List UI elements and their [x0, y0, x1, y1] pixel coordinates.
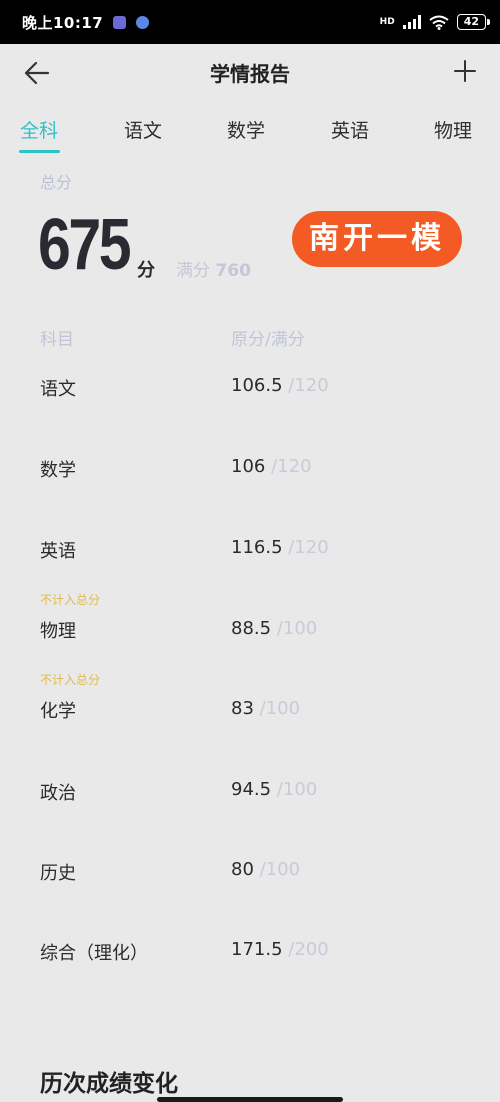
top-bar: 学情报告: [0, 44, 500, 100]
excluded-from-total-note: 不计入总分: [40, 593, 101, 607]
subject-score: 94.5 /100: [231, 779, 317, 800]
subject-score: 83 /100: [231, 698, 300, 719]
subject-score: 106 /120: [231, 456, 312, 477]
subject-score: 80 /100: [231, 859, 300, 880]
subject-tabs: 全科 语文 数学 英语 物理: [0, 100, 500, 158]
score-value: 171.5: [231, 939, 283, 960]
network-hd-label: HD: [379, 16, 395, 27]
plus-icon[interactable]: [452, 58, 478, 84]
column-header-score: 原分/满分: [231, 330, 305, 350]
total-score-label: 总分: [40, 173, 73, 192]
exam-name-badge: 南开一模: [292, 211, 462, 267]
subject-name: 历史: [40, 863, 76, 884]
notification-app-icon: [113, 15, 127, 29]
tab-physics[interactable]: 物理: [434, 116, 472, 143]
notification-app-icon: [136, 15, 150, 29]
score-max: /100: [276, 618, 318, 639]
score-value: 80: [231, 859, 254, 880]
home-indicator[interactable]: [157, 1097, 343, 1102]
score-value: 88.5: [231, 618, 272, 639]
score-unit: 分: [137, 260, 155, 281]
score-max: /200: [288, 939, 329, 960]
subject-name: 化学: [40, 701, 76, 722]
total-score-value: 675: [38, 205, 132, 285]
status-right: HD 42: [379, 14, 491, 30]
score-max: /100: [259, 859, 301, 880]
tab-all-subjects[interactable]: 全科: [20, 116, 58, 143]
excluded-from-total-note: 不计入总分: [40, 673, 101, 687]
subject-score: 106.5 /120: [231, 375, 329, 396]
score-max: /120: [271, 456, 312, 477]
full-score-label: 满分: [176, 261, 210, 281]
score-value: 106.5: [231, 375, 283, 396]
page-title: 学情报告: [210, 62, 290, 86]
subject-name: 物理: [40, 621, 76, 642]
subject-name: 语文: [40, 379, 76, 400]
subject-score: 171.5 /200: [231, 939, 329, 960]
status-bar: 晚上10:17 HD 42: [0, 0, 500, 44]
score-max: /100: [259, 698, 301, 719]
tab-english[interactable]: 英语: [331, 116, 369, 143]
subject-name: 数学: [40, 460, 76, 481]
score-trend-section-title: 历次成绩变化: [40, 1071, 178, 1097]
column-header-subject: 科目: [40, 330, 74, 350]
subject-name: 政治: [40, 783, 76, 804]
score-max: /120: [288, 537, 329, 558]
wifi-icon: [429, 15, 449, 30]
tab-chinese[interactable]: 语文: [124, 116, 162, 143]
score-value: 83: [231, 698, 254, 719]
score-value: 94.5: [231, 779, 272, 800]
active-tab-indicator: [19, 150, 60, 153]
score-value: 116.5: [231, 537, 283, 558]
battery-icon: 42: [456, 14, 491, 30]
score-max: /120: [288, 375, 329, 396]
score-max: /100: [276, 779, 318, 800]
subject-name: 综合（理化）: [40, 943, 148, 964]
score-value: 106: [231, 456, 266, 477]
status-time: 晚上10:17: [22, 13, 104, 32]
subject-score: 116.5 /120: [231, 537, 329, 558]
tab-math[interactable]: 数学: [227, 116, 265, 143]
full-score: 满分 760: [176, 256, 251, 281]
full-score-value: 760: [215, 261, 251, 281]
subject-score: 88.5 /100: [231, 618, 317, 639]
subject-name: 英语: [40, 541, 76, 562]
signal-icon: [402, 15, 421, 29]
